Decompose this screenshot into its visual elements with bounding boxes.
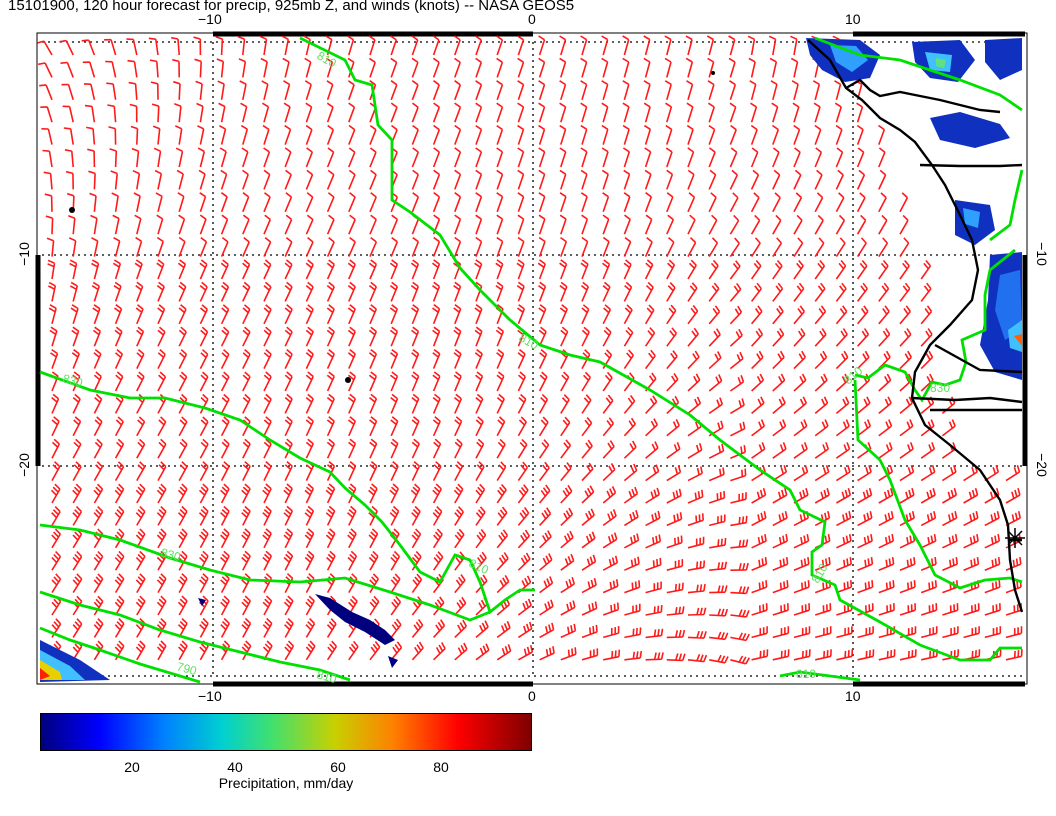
colorbar-label: Precipitation, mm/day [218,775,354,791]
colorbar-tick-label: 80 [433,759,449,775]
contour-label: 810 [796,667,816,681]
left-tick-label: −20 [15,453,32,477]
precip-colorbar [40,713,532,751]
colorbar-tick-label: 60 [330,759,346,775]
colorbar-tick-label: 40 [227,759,243,775]
top-tick-label: 10 [845,11,861,27]
right-tick-label: −20 [1033,453,1050,477]
left-tick-label: −10 [15,242,32,266]
bottom-tick-label: −10 [198,688,222,704]
top-tick-label: −10 [198,11,222,27]
bottom-tick-label: 0 [528,688,536,704]
top-tick-label: 0 [528,11,536,27]
map-frame [36,32,1028,685]
bottom-tick-label: 10 [845,688,861,704]
contour-label: 830 [930,381,950,395]
colorbar-tick-label: 20 [124,759,140,775]
city-marker [1005,528,1025,548]
right-tick-label: −10 [1033,242,1050,266]
